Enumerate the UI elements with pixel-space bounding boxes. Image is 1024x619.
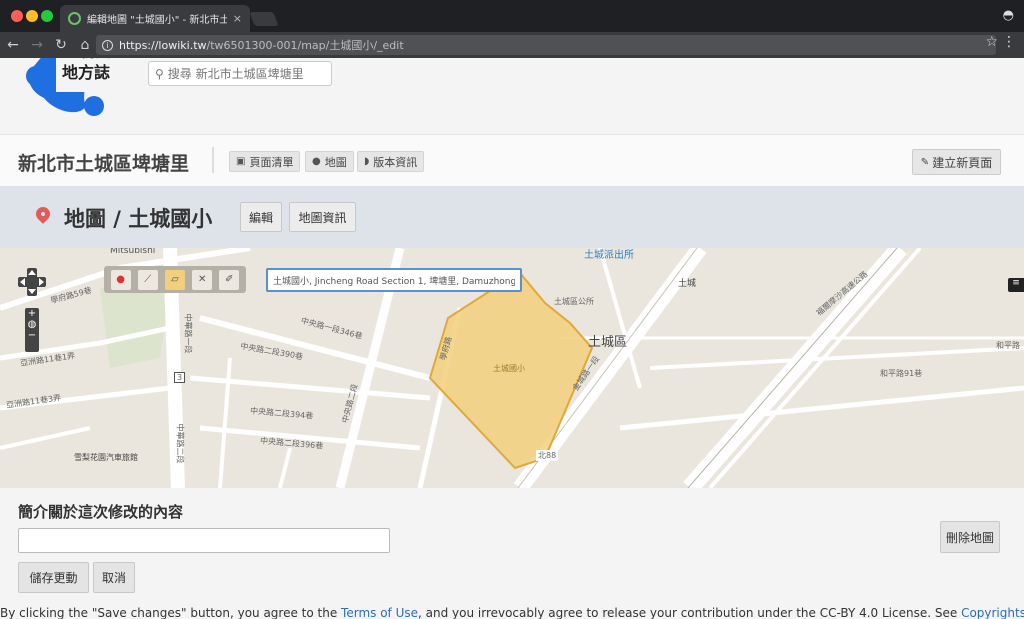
address-bar[interactable]: i https://lowiki.tw/tw6501300-001/map/土城… bbox=[96, 35, 996, 55]
map-label-district-office: 土城區公所 bbox=[554, 297, 594, 306]
polygon-tool-icon[interactable]: ▱ bbox=[164, 269, 185, 290]
polyline-tool-icon[interactable]: ⟋ bbox=[137, 269, 158, 290]
map-pan-control[interactable] bbox=[18, 268, 46, 296]
reload-icon[interactable]: ↻ bbox=[50, 37, 72, 53]
tab-edit[interactable]: 編輯 bbox=[240, 202, 282, 232]
new-tab-button[interactable] bbox=[249, 12, 279, 26]
map-label-hotel: 雪梨花園汽車旅館 bbox=[74, 453, 138, 462]
browser-tab[interactable]: 編輯地圖 "土城國小" - 新北市土 × bbox=[60, 5, 250, 32]
pan-arrows-icon bbox=[18, 268, 46, 296]
nav-map[interactable]: ● 地圖 bbox=[305, 151, 354, 172]
create-page-label: 建立新頁面 bbox=[932, 155, 993, 170]
tab-map-info[interactable]: 地圖資訊 bbox=[289, 202, 356, 232]
globe-icon[interactable]: ◍ bbox=[25, 319, 39, 330]
forward-icon[interactable]: → bbox=[26, 37, 48, 53]
nav-map-label: 地圖 bbox=[324, 155, 347, 169]
search-icon: ⚲ bbox=[155, 66, 164, 81]
rss-icon: ◗ bbox=[364, 156, 370, 167]
minimize-window-button[interactable] bbox=[26, 10, 38, 22]
page-title: 地圖 / 土城國小 bbox=[64, 207, 213, 231]
search-input[interactable] bbox=[167, 66, 328, 81]
nav-version-info[interactable]: ◗ 版本資訊 bbox=[357, 151, 425, 172]
map-label-district: 土城區 bbox=[588, 335, 628, 350]
divider bbox=[212, 147, 214, 173]
map-canvas[interactable]: Mitsubishi 土城派出所 土城區 土城區公所 土城 中央路二段390巷 … bbox=[0, 248, 1024, 488]
browser-tab-bar: 編輯地圖 "土城國小" - 新北市土 × ◓ bbox=[0, 0, 1024, 32]
nav-page-list-label: 頁面清單 bbox=[249, 155, 294, 169]
map-label-zhonghua-2: 中華路二段 bbox=[175, 423, 185, 464]
browser-menu-icon[interactable]: ⋮ bbox=[1002, 34, 1016, 50]
site-logo[interactable]: 防災 地方誌 bbox=[24, 58, 114, 118]
zoom-in-icon[interactable]: + bbox=[25, 308, 39, 319]
bus-icon: ▣ bbox=[236, 156, 246, 167]
edit-summary-label: 簡介關於這次修改的內容 bbox=[18, 503, 184, 521]
tab-close-icon[interactable]: × bbox=[233, 12, 242, 25]
license-notice: By clicking the "Save changes" button, y… bbox=[0, 606, 1024, 619]
pin-icon: ● bbox=[312, 156, 321, 167]
bookmark-star-icon[interactable]: ☆ bbox=[985, 34, 998, 50]
site-search[interactable]: ⚲ bbox=[148, 61, 332, 86]
region-title[interactable]: 新北市土城區埤塘里 bbox=[18, 149, 189, 176]
license-middle: , and you irrevocably agree to release y… bbox=[418, 606, 962, 619]
logo-text: 地方誌 bbox=[62, 63, 111, 82]
draw-toolbar: ● ⟋ ▱ ✕ ✐ bbox=[104, 266, 246, 293]
edit-summary-input[interactable] bbox=[18, 528, 390, 553]
region-header: 新北市土城區埤塘里 ▣ 頁面清單 ● 地圖 ◗ 版本資訊 ✎ 建立新頁面 bbox=[0, 134, 1024, 186]
map-zoom-control[interactable]: + ◍ − bbox=[25, 308, 39, 352]
map-label-route-3: 3 bbox=[174, 372, 186, 383]
license-prefix: By clicking the "Save changes" button, y… bbox=[0, 606, 342, 619]
page-title-bar: 地圖 / 土城國小 編輯 地圖資訊 bbox=[0, 186, 1024, 248]
pencil-icon: ✎ bbox=[920, 156, 930, 168]
favicon-icon bbox=[68, 12, 81, 25]
delete-map-button[interactable]: 刪除地圖 bbox=[940, 521, 1000, 553]
clear-tool-icon[interactable]: ✐ bbox=[219, 269, 240, 290]
geocode-search-input[interactable] bbox=[266, 268, 522, 292]
layers-icon[interactable]: ≡ bbox=[1008, 278, 1024, 292]
map-label-peace: 和平路 bbox=[996, 341, 1020, 350]
copyrights-link[interactable]: Copyrights bbox=[961, 606, 1024, 619]
tab-title: 編輯地圖 "土城國小" - 新北市土 bbox=[87, 15, 227, 26]
map-label-road-91: 和平路91巷 bbox=[880, 369, 923, 378]
map-label-station: 土城 bbox=[678, 279, 697, 289]
map-label-bei88: 北88 bbox=[536, 450, 559, 461]
browser-toolbar: ← → ↻ ⌂ i https://lowiki.tw/tw6501300-00… bbox=[0, 32, 1024, 58]
polygon-label: 土城國小 bbox=[493, 364, 525, 373]
back-icon[interactable]: ← bbox=[2, 37, 24, 53]
nav-page-list[interactable]: ▣ 頁面清單 bbox=[229, 151, 301, 172]
close-window-button[interactable] bbox=[11, 10, 23, 22]
url-text: https://lowiki.tw/tw6501300-001/map/土城國小… bbox=[119, 39, 404, 52]
nav-version-info-label: 版本資訊 bbox=[373, 155, 418, 169]
page: 防災 地方誌 ⚲ 新北市土城區埤塘里 ▣ 頁面清單 ● 地圖 ◗ 版本資訊 ✎ … bbox=[0, 58, 1024, 619]
map-label-mitsubishi: Mitsubishi bbox=[110, 248, 156, 256]
marker-tool-icon[interactable]: ● bbox=[110, 269, 131, 290]
create-page-button[interactable]: ✎ 建立新頁面 bbox=[912, 149, 1001, 175]
map-marker-dot bbox=[41, 212, 45, 216]
zoom-out-icon[interactable]: − bbox=[25, 330, 39, 341]
map-label-police: 土城派出所 bbox=[584, 250, 634, 261]
home-icon[interactable]: ⌂ bbox=[74, 37, 96, 53]
map-label-zhonghua-1: 中華路一段 bbox=[183, 313, 193, 354]
maximize-window-button[interactable] bbox=[41, 10, 53, 22]
delete-tool-icon[interactable]: ✕ bbox=[192, 269, 213, 290]
terms-of-use-link[interactable]: Terms of Use bbox=[341, 606, 418, 619]
save-button[interactable]: 儲存更動 bbox=[18, 562, 89, 593]
cancel-button[interactable]: 取消 bbox=[93, 562, 135, 593]
incognito-icon: ◓ bbox=[1002, 8, 1014, 23]
info-icon[interactable]: i bbox=[102, 39, 113, 51]
